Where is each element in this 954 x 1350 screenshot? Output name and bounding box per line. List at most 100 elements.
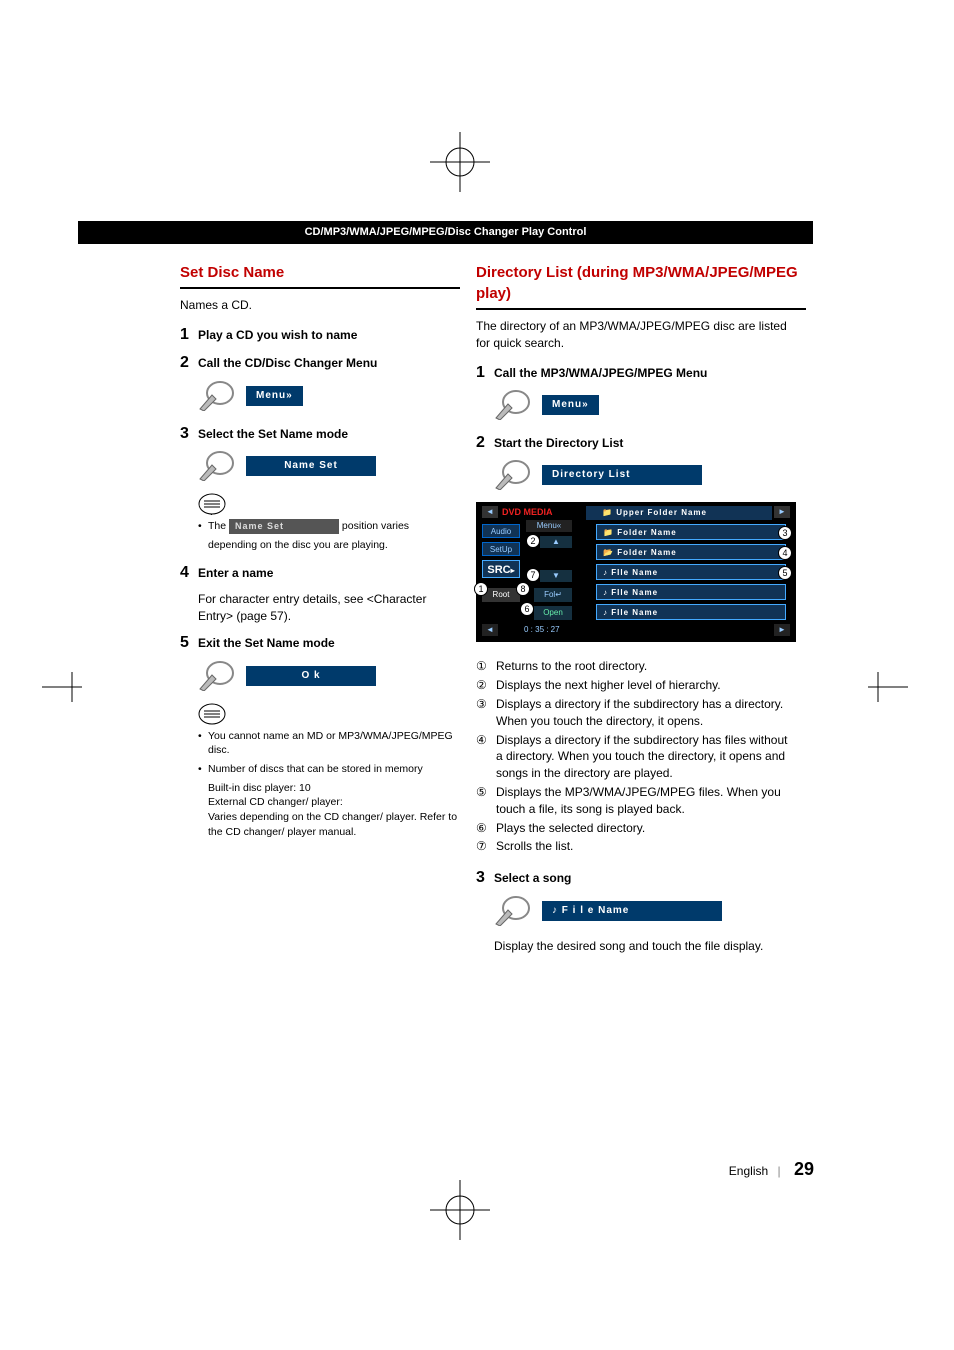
callout-circle: 4 — [778, 546, 792, 560]
touch-hand-icon — [198, 451, 234, 481]
name-set-inline-button: Name Set — [229, 519, 339, 534]
intro-left: Names a CD. — [180, 297, 460, 314]
step-body-text: For character entry details, see <Charac… — [198, 591, 464, 625]
step-number: 1 — [476, 362, 494, 384]
step-number: 1 — [180, 324, 198, 346]
file-name-button[interactable]: ♪ F i l e Name — [542, 901, 722, 921]
step-label: Call the CD/Disc Changer Menu — [198, 352, 377, 372]
circled-text: Scrolls the list. — [496, 838, 796, 855]
registration-mark-bottom — [430, 1180, 490, 1240]
step-number: 3 — [180, 423, 198, 445]
touch-hand-icon — [198, 381, 234, 411]
note-text-line: Varies depending on the CD changer/ play… — [208, 810, 464, 839]
circled-number: ② — [476, 677, 496, 694]
circled-text: Displays the MP3/WMA/JPEG/MPEG files. Wh… — [496, 784, 796, 818]
step-number: 2 — [476, 432, 494, 454]
nav-bottom-left-icon[interactable]: ◄ — [482, 624, 498, 636]
page-header-bar: CD/MP3/WMA/JPEG/MPEG/Disc Changer Play C… — [78, 221, 813, 244]
circled-number: ⑥ — [476, 820, 496, 837]
touch-hand-icon — [494, 896, 530, 926]
touch-hand-icon — [198, 661, 234, 691]
step-number: 5 — [180, 632, 198, 654]
note-text: Number of discs that can be stored in me… — [208, 762, 423, 777]
file-row[interactable]: ♪ FIle Name — [596, 564, 786, 580]
side-mark-right — [868, 672, 908, 707]
screen-fol-button[interactable]: Fol↵ — [534, 588, 572, 602]
circled-number: ④ — [476, 732, 496, 782]
screen-setup-button[interactable]: SetUp — [482, 542, 520, 556]
circled-number: ③ — [476, 696, 496, 730]
callout-circle: 6 — [520, 602, 534, 616]
note-text-line: External CD changer/ player: — [208, 795, 464, 810]
name-set-button[interactable]: Name Set — [246, 456, 376, 476]
screen-time: 0 : 35 : 27 — [524, 624, 560, 635]
file-row[interactable]: ♪ FIle Name — [596, 584, 786, 600]
circled-text: Displays a directory if the subdirectory… — [496, 732, 796, 782]
menu-button[interactable]: Menu» — [246, 386, 303, 406]
page-footer: English | 29 — [729, 1159, 814, 1180]
nav-right-icon[interactable]: ► — [774, 506, 790, 518]
directory-list-button[interactable]: Directory List — [542, 465, 702, 485]
bullet-icon: • — [198, 729, 208, 744]
circled-number: ⑦ — [476, 838, 496, 855]
page-number: 29 — [794, 1159, 814, 1179]
screen-src-button[interactable]: SRC▸ — [482, 560, 520, 578]
callout-circle: 2 — [526, 534, 540, 548]
side-mark-left — [42, 672, 82, 707]
note-text-line: Built-in disc player: 10 — [208, 781, 464, 796]
intro-right: The directory of an MP3/WMA/JPEG/MPEG di… — [476, 318, 796, 352]
circled-text: Displays the next higher level of hierar… — [496, 677, 796, 694]
note-text-continuation: depending on the disc you are playing. — [208, 538, 464, 553]
circled-text: Plays the selected directory. — [496, 820, 796, 837]
folder-row[interactable]: 📁 Folder Name — [596, 524, 786, 540]
callout-circle: 5 — [778, 566, 792, 580]
chevron-right-icon: » — [582, 399, 589, 410]
step-label: Start the Directory List — [494, 432, 623, 452]
file-row[interactable]: ♪ FIle Name — [596, 604, 786, 620]
chevron-right-icon: ▸ — [511, 566, 515, 575]
footer-language: English — [729, 1164, 768, 1178]
step-label: Select the Set Name mode — [198, 423, 348, 443]
section-underline-left — [180, 287, 460, 289]
menu-button[interactable]: Menu» — [542, 395, 599, 415]
bullet-icon: • — [198, 519, 208, 534]
screen-menu-button[interactable]: Menu« — [526, 520, 572, 532]
circled-number: ⑤ — [476, 784, 496, 818]
step-number: 2 — [180, 352, 198, 374]
touch-hand-icon — [494, 460, 530, 490]
bullet-icon: • — [198, 762, 208, 777]
touch-hand-icon — [494, 390, 530, 420]
menu-button-label: Menu — [552, 399, 582, 410]
step-label: Call the MP3/WMA/JPEG/MPEG Menu — [494, 362, 707, 382]
nav-left-icon[interactable]: ◄ — [482, 506, 498, 518]
screen-down-arrow-button[interactable]: ▼ — [540, 570, 572, 582]
callout-circle: 7 — [526, 568, 540, 582]
note-text: The Name Set position varies — [208, 519, 409, 534]
folder-row[interactable]: 📂 Folder Name — [596, 544, 786, 560]
chevron-right-icon: » — [286, 390, 293, 401]
step-body-text: Display the desired song and touch the f… — [494, 938, 814, 955]
section-title-directory-list: Directory List (during MP3/WMA/JPEG/MPEG… — [476, 262, 806, 304]
screen-title: DVD MEDIA — [502, 506, 553, 519]
section-underline-right — [476, 308, 806, 310]
callout-circle: 8 — [516, 582, 530, 596]
circled-number: ① — [476, 658, 496, 675]
ok-button[interactable]: O k — [246, 666, 376, 686]
callout-circle: 3 — [778, 526, 792, 540]
circled-text: Returns to the root directory. — [496, 658, 796, 675]
dvd-media-screenshot: DVD MEDIA ◄ ► ◄ ► Audio SetUp SRC▸ Root … — [476, 502, 796, 642]
step-number: 4 — [180, 562, 198, 584]
screen-up-arrow-button[interactable]: ▲ — [540, 536, 572, 548]
note-text: You cannot name an MD or MP3/WMA/JPEG/MP… — [208, 729, 464, 758]
circled-text: Displays a directory if the subdirectory… — [496, 696, 796, 730]
screen-open-button[interactable]: Open — [534, 606, 572, 620]
menu-button-label: Menu — [256, 390, 286, 401]
screen-audio-button[interactable]: Audio — [482, 524, 520, 538]
step-label: Select a song — [494, 867, 571, 887]
upper-folder-row[interactable]: 📁 Upper Folder Name — [586, 506, 772, 520]
registration-mark-top — [430, 132, 490, 192]
step-label: Enter a name — [198, 562, 273, 582]
nav-bottom-right-icon[interactable]: ► — [774, 624, 790, 636]
step-label: Play a CD you wish to name — [198, 324, 357, 344]
step-number: 3 — [476, 867, 494, 889]
